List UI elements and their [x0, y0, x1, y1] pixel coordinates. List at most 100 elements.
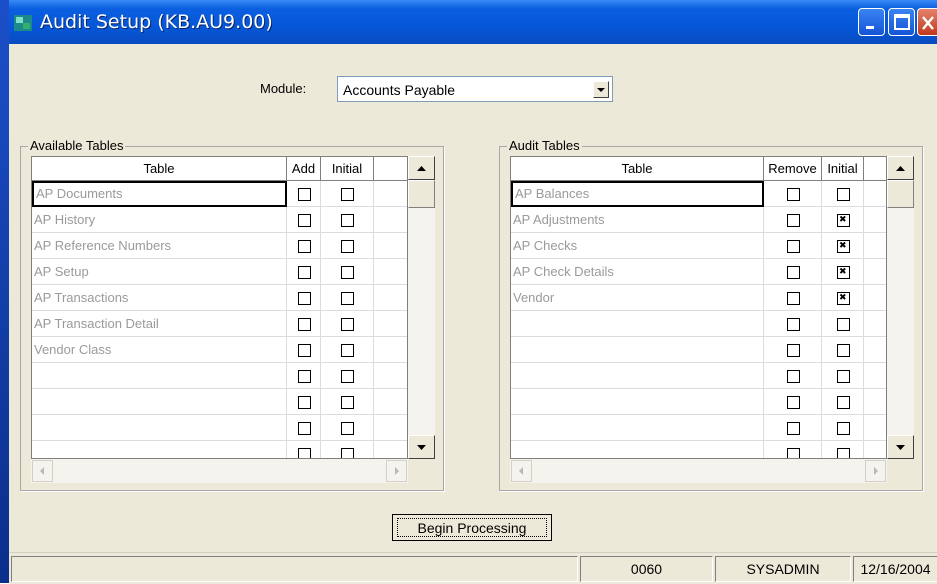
table-row[interactable]: Vendor [511, 285, 886, 311]
remove-checkbox[interactable] [787, 266, 800, 279]
scroll-down-button[interactable] [887, 435, 914, 459]
initial-checkbox[interactable] [837, 370, 850, 383]
initial-checkbox[interactable] [837, 422, 850, 435]
add-checkbox[interactable] [298, 422, 311, 435]
scroll-left-button[interactable] [32, 460, 53, 482]
remove-checkbox[interactable] [787, 240, 800, 253]
table-name-cell[interactable]: AP Setup [32, 259, 287, 285]
maximize-button[interactable] [888, 8, 915, 36]
table-row[interactable]: AP Documents [32, 181, 407, 207]
remove-checkbox[interactable] [787, 188, 800, 201]
table-name-cell[interactable] [32, 389, 287, 415]
table-row[interactable]: Vendor Class [32, 337, 407, 363]
initial-checkbox[interactable] [341, 214, 354, 227]
scroll-down-button[interactable] [408, 435, 435, 459]
table-name-cell[interactable]: AP Documents [32, 181, 287, 207]
scroll-right-button[interactable] [865, 460, 886, 482]
add-checkbox[interactable] [298, 396, 311, 409]
scroll-right-button[interactable] [386, 460, 407, 482]
table-row[interactable]: AP Check Details [511, 259, 886, 285]
add-checkbox[interactable] [298, 292, 311, 305]
initial-checkbox[interactable] [341, 240, 354, 253]
column-header-table[interactable]: Table [32, 157, 287, 181]
initial-checkbox[interactable] [341, 370, 354, 383]
table-name-cell[interactable] [32, 415, 287, 441]
add-checkbox[interactable] [298, 344, 311, 357]
table-row[interactable]: AP Checks [511, 233, 886, 259]
initial-checkbox[interactable] [837, 291, 850, 305]
table-name-cell[interactable] [32, 441, 287, 458]
table-row[interactable]: AP Reference Numbers [32, 233, 407, 259]
initial-checkbox[interactable] [341, 292, 354, 305]
table-row[interactable]: AP Balances [511, 181, 886, 207]
initial-checkbox[interactable] [837, 239, 850, 253]
table-name-cell[interactable]: AP Transaction Detail [32, 311, 287, 337]
table-row[interactable]: AP Transaction Detail [32, 311, 407, 337]
table-name-cell[interactable]: Vendor [511, 285, 764, 311]
module-select[interactable]: Accounts Payable [337, 76, 613, 102]
initial-checkbox[interactable] [837, 396, 850, 409]
table-name-cell[interactable] [32, 363, 287, 389]
title-bar[interactable]: Audit Setup (KB.AU9.00) [9, 0, 937, 44]
table-row[interactable] [511, 415, 886, 441]
table-name-cell[interactable] [511, 311, 764, 337]
initial-checkbox[interactable] [341, 448, 354, 458]
add-checkbox[interactable] [298, 266, 311, 279]
remove-checkbox[interactable] [787, 214, 800, 227]
initial-checkbox[interactable] [341, 422, 354, 435]
initial-checkbox[interactable] [341, 396, 354, 409]
table-name-cell[interactable]: AP Checks [511, 233, 764, 259]
table-name-cell[interactable]: AP Adjustments [511, 207, 764, 233]
table-name-cell[interactable] [511, 389, 764, 415]
initial-checkbox[interactable] [341, 344, 354, 357]
initial-checkbox[interactable] [837, 448, 850, 458]
table-name-cell[interactable]: AP Balances [511, 181, 764, 207]
initial-checkbox[interactable] [837, 213, 850, 227]
table-row[interactable] [32, 441, 407, 458]
remove-checkbox[interactable] [787, 292, 800, 305]
initial-checkbox[interactable] [837, 344, 850, 357]
table-row[interactable] [32, 363, 407, 389]
minimize-button[interactable] [858, 8, 885, 36]
scroll-up-button[interactable] [887, 156, 914, 180]
add-checkbox[interactable] [298, 214, 311, 227]
table-name-cell[interactable] [511, 415, 764, 441]
close-button[interactable] [917, 8, 937, 36]
table-row[interactable]: AP Adjustments [511, 207, 886, 233]
initial-checkbox[interactable] [837, 188, 850, 201]
initial-checkbox[interactable] [341, 266, 354, 279]
add-checkbox[interactable] [298, 318, 311, 331]
audit-vertical-scrollbar[interactable] [887, 156, 914, 459]
available-vertical-scrollbar[interactable] [408, 156, 435, 459]
add-checkbox[interactable] [298, 370, 311, 383]
initial-checkbox[interactable] [837, 265, 850, 279]
scroll-thumb[interactable] [408, 180, 435, 208]
table-name-cell[interactable]: Vendor Class [32, 337, 287, 363]
scroll-left-button[interactable] [511, 460, 532, 482]
remove-checkbox[interactable] [787, 318, 800, 331]
audit-horizontal-scrollbar[interactable] [510, 459, 887, 483]
module-dropdown-button[interactable] [593, 81, 609, 98]
table-row[interactable] [511, 363, 886, 389]
table-name-cell[interactable]: AP Reference Numbers [32, 233, 287, 259]
table-row[interactable]: AP History [32, 207, 407, 233]
table-name-cell[interactable]: AP History [32, 207, 287, 233]
remove-checkbox[interactable] [787, 344, 800, 357]
table-name-cell[interactable] [511, 441, 764, 458]
table-row[interactable] [511, 441, 886, 458]
table-row[interactable] [32, 389, 407, 415]
table-row[interactable] [511, 389, 886, 415]
table-name-cell[interactable]: AP Check Details [511, 259, 764, 285]
initial-checkbox[interactable] [341, 318, 354, 331]
add-checkbox[interactable] [298, 240, 311, 253]
scroll-up-button[interactable] [408, 156, 435, 180]
initial-checkbox[interactable] [341, 188, 354, 201]
remove-checkbox[interactable] [787, 370, 800, 383]
begin-processing-button[interactable]: Begin Processing [392, 514, 552, 541]
scroll-thumb[interactable] [887, 180, 914, 208]
column-header-remove[interactable]: Remove [764, 157, 822, 181]
remove-checkbox[interactable] [787, 396, 800, 409]
table-name-cell[interactable] [511, 337, 764, 363]
table-name-cell[interactable]: AP Transactions [32, 285, 287, 311]
table-name-cell[interactable] [511, 363, 764, 389]
